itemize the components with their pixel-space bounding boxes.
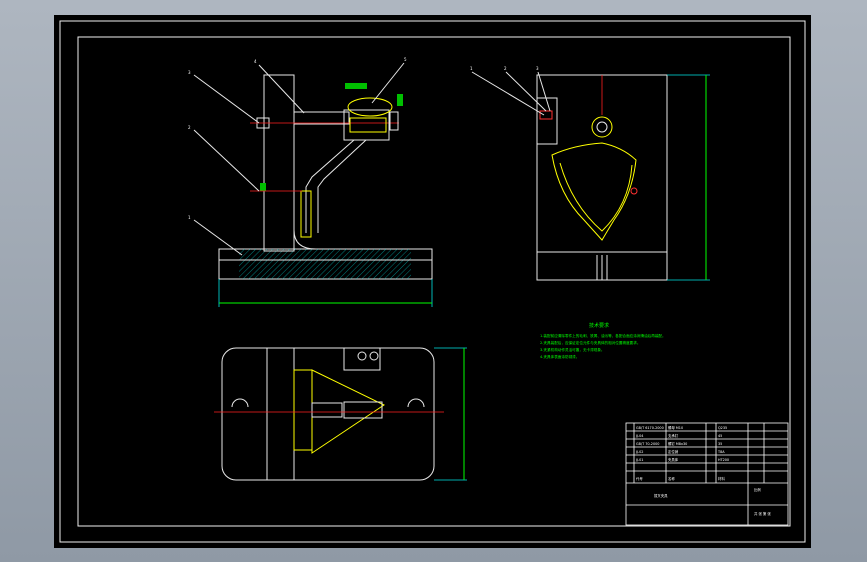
top-view bbox=[214, 347, 467, 481]
svg-text:1: 1 bbox=[470, 66, 473, 71]
tb-cell: Q235 bbox=[718, 426, 727, 430]
tech-requirements: 技术要求 1.装配前应清除零件上的毛刺、铁屑、油污等，各配合面应涂润滑油后再装配… bbox=[540, 322, 666, 359]
sheet-label: 共 张 第 张 bbox=[754, 511, 771, 516]
tb-cell: 螺母 M10 bbox=[668, 425, 683, 430]
tech-requirement-line: 1.装配前应清除零件上的毛刺、铁屑、油污等，各配合面应涂润滑油后再装配。 bbox=[540, 333, 666, 338]
tb-cell: JJ-02 bbox=[635, 450, 643, 454]
front-view: 3 2 1 4 5 bbox=[188, 57, 433, 307]
outer-frame bbox=[59, 20, 806, 543]
tb-cell: 支承钉 bbox=[668, 433, 679, 438]
tb-cell: 夹具体 bbox=[668, 457, 679, 462]
tb-header: 材料 bbox=[718, 476, 725, 481]
tb-header: 代号 bbox=[636, 476, 643, 481]
tech-requirement-line: 4.夹具体表面涂防锈漆。 bbox=[540, 354, 579, 359]
svg-text:2: 2 bbox=[504, 66, 507, 71]
svg-text:1: 1 bbox=[188, 215, 191, 220]
tb-header: 名称 bbox=[668, 476, 675, 481]
tech-requirement-line: 3.夹紧机构动作灵活可靠，无卡滞现象。 bbox=[540, 347, 605, 352]
drawing-name: 拨叉夹具 bbox=[654, 493, 668, 498]
side-view: 1 2 3 bbox=[470, 66, 710, 281]
tech-requirement-line: 2.夹具装配后，应保证定位元件与夹具体的相对位置精度要求。 bbox=[540, 340, 640, 345]
tb-cell: JJ-01 bbox=[635, 458, 643, 462]
svg-text:3: 3 bbox=[188, 70, 191, 75]
title-block: GB/T 6170-2000 螺母 M10 Q235 JJ-04 支承钉 45 … bbox=[625, 422, 789, 526]
tech-requirements-title: 技术要求 bbox=[589, 322, 609, 329]
tb-cell: GB/T 70-2000 bbox=[636, 442, 659, 446]
tb-cell: JJ-04 bbox=[635, 434, 643, 438]
svg-text:2: 2 bbox=[188, 125, 191, 130]
tb-cell: GB/T 6170-2000 bbox=[636, 426, 664, 430]
tb-cell: 35 bbox=[718, 442, 722, 446]
tb-cell: 45 bbox=[718, 434, 722, 438]
svg-text:5: 5 bbox=[404, 57, 407, 62]
svg-text:3: 3 bbox=[536, 66, 539, 71]
tb-cell: T8A bbox=[717, 450, 725, 454]
cad-viewport[interactable]: 3 2 1 4 5 1 2 3 技术要求 1.装配前应清除零件上的毛刺、铁屑、油… bbox=[54, 15, 811, 548]
svg-text:4: 4 bbox=[254, 59, 257, 64]
tb-cell: 螺钉 M8x30 bbox=[668, 441, 687, 446]
tb-cell: HT200 bbox=[718, 458, 729, 462]
tb-cell: 定位销 bbox=[668, 449, 679, 454]
scale-label: 比例 bbox=[754, 487, 761, 492]
fixture-drawing: 3 2 1 4 5 1 2 3 技术要求 1.装配前应清除零件上的毛刺、铁屑、油… bbox=[59, 20, 806, 543]
